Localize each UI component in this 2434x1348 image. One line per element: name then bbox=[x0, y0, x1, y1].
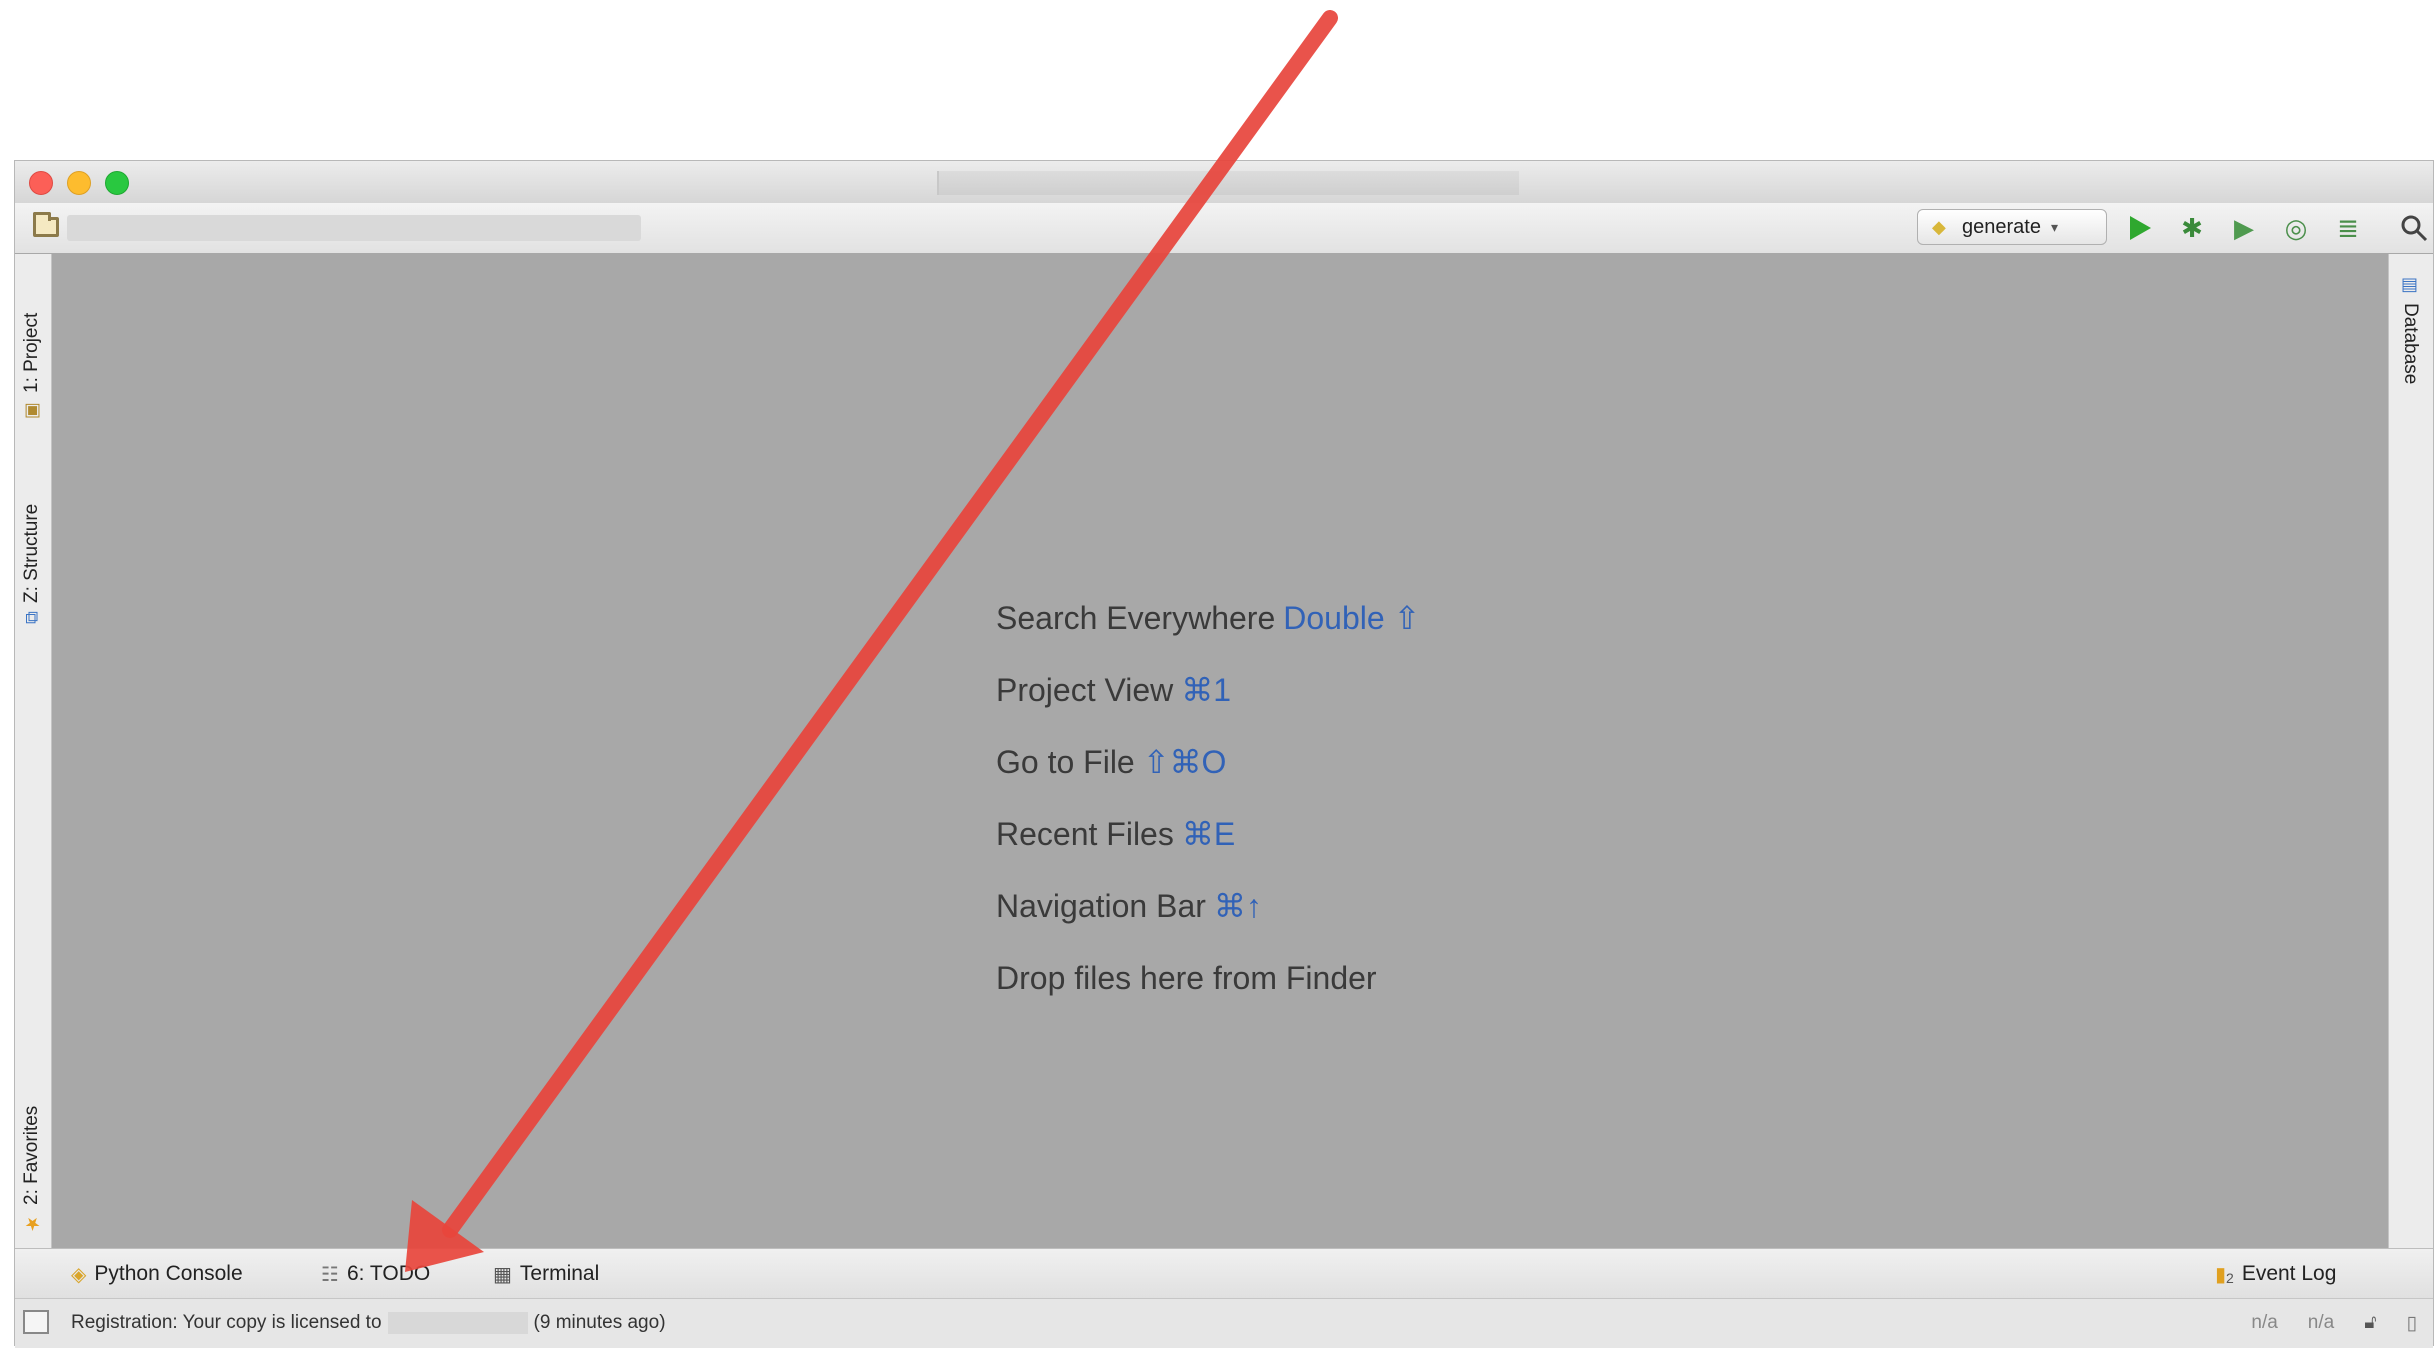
database-icon: ▤ bbox=[2400, 274, 2420, 295]
tool-tab-label: Terminal bbox=[519, 1262, 600, 1285]
hint-go-to-file: Go to File ⇧⌘O bbox=[996, 726, 1420, 798]
line-separator[interactable]: n/a bbox=[2308, 1312, 2334, 1335]
ide-window: ◆ generate ▾ ✱ ▶ ◎ ≣ ▣ 1: Project ⧉ Z: S… bbox=[14, 160, 2434, 1348]
navigation-toolbar: ◆ generate ▾ ✱ ▶ ◎ ≣ bbox=[15, 203, 2433, 254]
hint-shortcut: ⌘↑ bbox=[1213, 888, 1262, 924]
tool-tab-database[interactable]: ▤ Database bbox=[2399, 274, 2421, 384]
tool-tab-terminal[interactable]: ▦ Terminal bbox=[493, 1259, 599, 1289]
close-window-button[interactable] bbox=[29, 171, 53, 195]
tool-tab-project[interactable]: ▣ 1: Project bbox=[21, 272, 43, 422]
structure-icon: ⧉ bbox=[21, 611, 42, 624]
hint-search-everywhere: Search Everywhere Double ⇧ bbox=[996, 582, 1420, 654]
folder-icon[interactable] bbox=[33, 212, 59, 237]
debug-icon: ✱ bbox=[2181, 212, 2203, 243]
window-title-redacted bbox=[937, 171, 1519, 195]
right-tool-stripe: ▤ Database bbox=[2388, 254, 2433, 1248]
todo-icon: ☷ bbox=[321, 1263, 339, 1286]
hint-text: Go to File bbox=[996, 744, 1135, 780]
hint-shortcut: Double ⇧ bbox=[1283, 600, 1421, 636]
zoom-window-button[interactable] bbox=[105, 171, 129, 195]
status-bar: Registration: Your copy is licensed to (… bbox=[15, 1298, 2433, 1348]
minimize-window-button[interactable] bbox=[67, 171, 91, 195]
hint-text: Project View bbox=[996, 672, 1174, 708]
search-everywhere-button[interactable] bbox=[2397, 211, 2431, 245]
star-icon: ★ bbox=[22, 1213, 42, 1234]
hint-text: Drop files here from Finder bbox=[996, 960, 1377, 996]
bottom-tool-bar: ◈ Python Console ☷ 6: TODO ▦ Terminal ▮ … bbox=[15, 1248, 2433, 1299]
tool-tab-label: 1: Project bbox=[21, 312, 42, 393]
navigation-bar-redacted[interactable] bbox=[67, 215, 641, 241]
chevron-down-icon: ▾ bbox=[2050, 218, 2058, 235]
tool-tab-favorites[interactable]: ★ 2: Favorites bbox=[21, 1074, 43, 1234]
tool-tab-todo[interactable]: ☷ 6: TODO bbox=[321, 1259, 430, 1289]
hint-text: Navigation Bar bbox=[996, 888, 1206, 924]
hint-recent-files: Recent Files ⌘E bbox=[996, 798, 1420, 870]
tool-tab-label: 6: TODO bbox=[346, 1262, 431, 1285]
hint-text: Recent Files bbox=[996, 816, 1174, 852]
tool-tab-structure[interactable]: ⧉ Z: Structure bbox=[21, 444, 43, 624]
hint-shortcut: ⌘E bbox=[1181, 816, 1236, 852]
run-icon bbox=[2130, 216, 2151, 240]
status-message-prefix: Registration: Your copy is licensed to bbox=[71, 1312, 382, 1333]
tool-tab-label: Z: Structure bbox=[21, 503, 42, 604]
profile-button[interactable]: ◎ bbox=[2279, 211, 2313, 245]
run-with-coverage-button[interactable]: ▶ bbox=[2227, 211, 2261, 245]
run-configuration-label: generate bbox=[1962, 215, 2041, 238]
tool-tab-label: Event Log bbox=[2241, 1262, 2337, 1285]
terminal-icon: ▦ bbox=[493, 1263, 512, 1286]
project-icon: ▣ bbox=[22, 401, 42, 422]
lock-icon[interactable]: 🔓︎ bbox=[2364, 1312, 2376, 1335]
coverage-icon: ▶ bbox=[2234, 212, 2254, 243]
profile-icon: ◎ bbox=[2284, 212, 2308, 243]
licensee-redacted bbox=[387, 1312, 528, 1334]
python-console-icon: ◈ bbox=[71, 1263, 87, 1286]
concurrency-diagram-button[interactable]: ≣ bbox=[2331, 211, 2365, 245]
hint-project-view: Project View ⌘1 bbox=[996, 654, 1420, 726]
hint-drop-files: Drop files here from Finder bbox=[996, 942, 1420, 1014]
tool-tab-python-console[interactable]: ◈ Python Console bbox=[71, 1259, 243, 1289]
concurrency-icon: ≣ bbox=[2337, 212, 2359, 243]
editor-empty-area[interactable]: Search Everywhere Double ⇧ Project View ⌘1… bbox=[52, 254, 2390, 1248]
status-indicators: n/a n/a 🔓︎ ▯ bbox=[2251, 1312, 2417, 1335]
hint-shortcut: ⌘1 bbox=[1181, 672, 1232, 708]
memory-indicator-icon[interactable]: ▯ bbox=[2407, 1312, 2417, 1335]
python-run-config-icon: ◆ bbox=[1932, 217, 1946, 237]
event-log-count: 2 bbox=[2226, 1270, 2234, 1286]
caret-position[interactable]: n/a bbox=[2251, 1312, 2277, 1335]
run-button[interactable] bbox=[2123, 211, 2157, 245]
hint-shortcut: ⇧⌘O bbox=[1142, 744, 1227, 780]
debug-button[interactable]: ✱ bbox=[2175, 211, 2209, 245]
title-bar bbox=[15, 161, 2433, 204]
tool-tab-label: 2: Favorites bbox=[21, 1105, 42, 1205]
tool-tab-event-log[interactable]: ▮ 2 Event Log bbox=[2215, 1259, 2336, 1289]
hint-text: Search Everywhere bbox=[996, 600, 1276, 636]
editor-hints: Search Everywhere Double ⇧ Project View ⌘1… bbox=[996, 582, 1420, 1014]
status-message[interactable]: Registration: Your copy is licensed to (… bbox=[71, 1312, 666, 1334]
event-log-icon: ▮ bbox=[2215, 1263, 2227, 1286]
run-configuration-dropdown[interactable]: ◆ generate ▾ bbox=[1917, 209, 2107, 245]
tool-tab-label: Database bbox=[2400, 303, 2421, 385]
left-tool-stripe: ▣ 1: Project ⧉ Z: Structure ★ 2: Favorit… bbox=[15, 254, 52, 1248]
status-message-suffix: (9 minutes ago) bbox=[533, 1312, 666, 1333]
tool-tab-label: Python Console bbox=[94, 1262, 243, 1285]
search-icon bbox=[2401, 215, 2428, 242]
toggle-tool-windows-button[interactable] bbox=[23, 1310, 49, 1334]
hint-navigation-bar: Navigation Bar ⌘↑ bbox=[996, 870, 1420, 942]
